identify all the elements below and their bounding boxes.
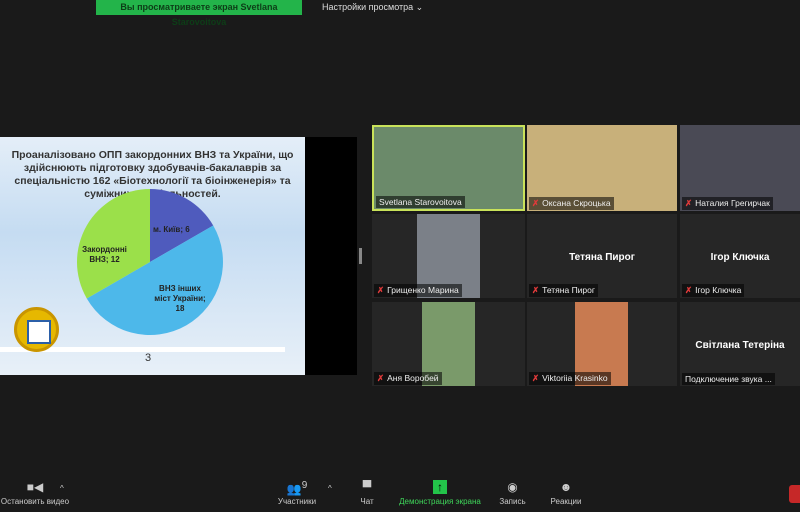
label-foreign: Закордонні ВНЗ; 12	[82, 245, 127, 264]
participant-name: Подключение звука ...	[685, 374, 772, 384]
participant-display-name: Ігор Ключка	[710, 252, 770, 263]
participant-name-label: Подключение звука ...	[682, 373, 775, 385]
participant-name-label: ✗ Наталия Грегирчак	[682, 197, 773, 210]
record-icon: ◉	[507, 480, 518, 494]
label-other-cities: ВНЗ інших міст України; 18	[154, 284, 206, 313]
participant-tile[interactable]: Світлана Тетеріна Подключение звука ...	[680, 302, 800, 386]
participant-name: Оксана Скроцька	[542, 198, 611, 208]
viewing-banner: Вы просматриваете экран Svetlana Starovo…	[96, 0, 302, 27]
participant-name-label: ✗ Аня Воробей	[374, 372, 442, 385]
participant-name-label: ✗ Тетяна Пирог	[529, 284, 598, 297]
participant-name: Грищенко Марина	[387, 285, 459, 295]
meeting-toolbar: ■◀ Остановить видео ^ 👥9 Участники ^ ▀ Чат …	[0, 474, 800, 512]
mic-muted-icon: ✗	[377, 373, 385, 383]
participants-icon: 👥9	[286, 480, 308, 496]
participant-tile[interactable]: Тетяна Пирог ✗ Тетяна Пирог	[527, 214, 677, 298]
mic-muted-icon: ✗	[532, 198, 540, 208]
label-kyiv: м. Київ; 6	[153, 225, 190, 234]
participant-tile[interactable]: ✗ Наталия Грегирчак	[680, 125, 800, 211]
participant-name-label: ✗ Оксана Скроцька	[529, 197, 614, 210]
participant-tile[interactable]: ✗ Viktoriia Krasinko	[527, 302, 677, 386]
participant-tile[interactable]: ✗ Оксана Скроцька	[527, 125, 677, 211]
slide-number: 3	[145, 352, 152, 364]
participant-display-name: Світлана Тетеріна	[695, 340, 785, 351]
participants-options-caret[interactable]: ^	[328, 484, 332, 493]
participant-tile[interactable]: ✗ Грищенко Марина	[372, 214, 525, 298]
share-screen-button[interactable]: ↑ Демонстрация экрана	[395, 480, 485, 506]
chat-icon: ▀	[362, 480, 372, 494]
participant-tile[interactable]: Ігор Ключка ✗ Ігор Ключка	[680, 214, 800, 298]
record-label: Запись	[499, 497, 526, 506]
video-options-caret[interactable]: ^	[60, 484, 64, 493]
participant-tile[interactable]: Svetlana Starovoitova	[372, 125, 525, 211]
participant-tile[interactable]: ✗ Аня Воробей	[372, 302, 525, 386]
chat-label: Чат	[360, 497, 374, 506]
mic-muted-icon: ✗	[685, 285, 693, 295]
shared-screen: Проаналізовано ОПП закордонних ВНЗ та Ук…	[0, 137, 305, 375]
participant-name: Тетяна Пирог	[542, 285, 595, 295]
university-logo	[14, 307, 59, 352]
stop-video-label: Остановить видео	[0, 497, 70, 506]
participants-count: 9	[301, 480, 308, 491]
mic-muted-icon: ✗	[532, 285, 540, 295]
participant-name: Viktoriia Krasinko	[542, 373, 608, 383]
end-meeting-button[interactable]	[789, 485, 800, 503]
participants-label: Участники	[277, 497, 317, 506]
smiley-icon: ☻	[559, 480, 573, 494]
record-button[interactable]: ◉ Запись	[495, 480, 530, 506]
participant-name: Аня Воробей	[387, 373, 439, 383]
participant-name-label: ✗ Грищенко Марина	[374, 284, 462, 297]
share-arrow-icon: ↑	[433, 480, 447, 494]
reactions-button[interactable]: ☻ Реакции	[547, 480, 585, 506]
mic-muted-icon: ✗	[685, 198, 693, 208]
chat-button[interactable]: ▀ Чат	[352, 480, 382, 506]
share-label: Демонстрация экрана	[399, 497, 481, 506]
share-margin	[305, 137, 357, 375]
participants-button[interactable]: 👥9 Участники	[272, 480, 322, 506]
participant-name: Наталия Грегирчак	[695, 198, 770, 208]
view-options-dropdown[interactable]: Настройки просмотра ⌄	[322, 0, 423, 15]
mic-muted-icon: ✗	[532, 373, 540, 383]
participant-name: Ігор Ключка	[695, 285, 742, 295]
reactions-label: Реакции	[550, 497, 582, 506]
split-resize-handle[interactable]	[359, 248, 362, 264]
participant-name-label: ✗ Ігор Ключка	[682, 284, 745, 297]
participant-name-label: ✗ Viktoriia Krasinko	[529, 372, 611, 385]
participant-name: Svetlana Starovoitova	[379, 197, 462, 207]
mic-muted-icon: ✗	[377, 285, 385, 295]
participant-name-label: Svetlana Starovoitova	[376, 196, 465, 208]
participant-display-name: Тетяна Пирог	[569, 252, 635, 263]
